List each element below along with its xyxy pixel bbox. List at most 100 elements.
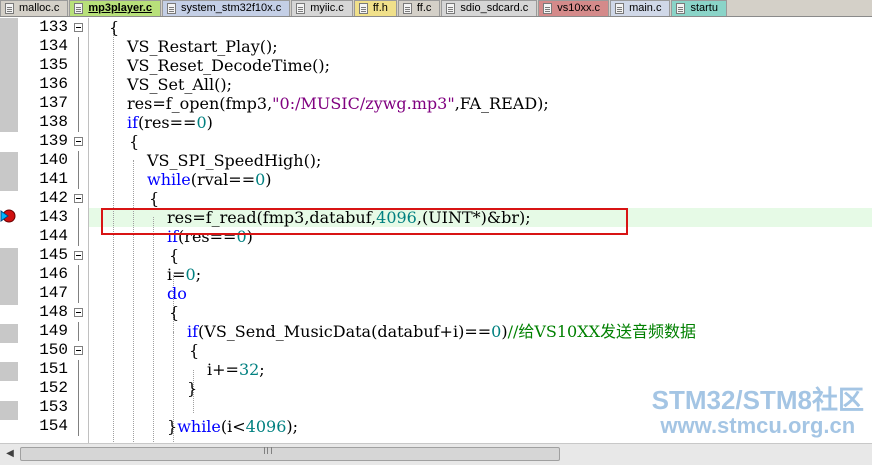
file-tab-label: main.c [629,2,662,14]
code-line[interactable]: 148 { [0,303,872,322]
fold-guide-line [78,227,79,246]
code-line[interactable]: 135 VS_Reset_DecodeTime(); [0,56,872,75]
file-tab-label: ff.c [416,2,432,14]
code-line[interactable]: 146 i=0; [0,265,872,284]
code-text[interactable]: i=0; [167,265,201,284]
fold-guide-line [78,113,79,132]
line-number: 137 [39,94,68,112]
file-tab[interactable]: main.c [610,0,671,16]
line-number: 141 [39,170,68,188]
file-icon [676,3,686,14]
code-token: { [129,132,140,151]
code-line[interactable]: 138 if(res==0) [0,113,872,132]
code-line[interactable]: 133 { [0,18,872,37]
file-tab-label: myiic.c [310,2,344,14]
code-text[interactable]: VS_Reset_DecodeTime(); [127,56,330,75]
code-token: 4096 [245,417,287,436]
horizontal-scrollbar[interactable]: ◀ [0,443,872,465]
file-tab[interactable]: ff.c [397,0,441,16]
fold-guide-line [78,417,79,436]
file-tab[interactable]: ff.h [353,0,397,16]
code-line[interactable]: 142 { [0,189,872,208]
code-line[interactable]: 150 { [0,341,872,360]
line-number: 154 [39,417,68,435]
line-number: 145 [39,246,68,264]
code-token: { [169,303,180,322]
line-number: 140 [39,151,68,169]
scroll-left-arrow-icon[interactable]: ◀ [2,446,18,462]
fold-guide-line [78,94,79,113]
line-number: 136 [39,75,68,93]
line-number: 134 [39,37,68,55]
file-icon [615,3,625,14]
code-text[interactable]: do [167,284,187,303]
code-token: 0 [196,113,207,132]
code-text[interactable]: VS_Set_All(); [127,75,232,94]
code-token: ) [206,113,213,132]
fold-collapse-icon[interactable] [74,346,83,355]
code-text[interactable]: i+=32; [207,360,265,379]
fold-guide-line [78,75,79,94]
code-token: } [187,379,198,398]
file-tab[interactable]: myiic.c [291,0,353,16]
code-line[interactable]: 139 { [0,132,872,151]
code-text[interactable]: } [187,379,197,398]
code-line[interactable]: 145 { [0,246,872,265]
code-line[interactable]: 137 res=f_open(fmp3,"0:/MUSIC/zywg.mp3",F… [0,94,872,113]
code-token: while [177,417,221,436]
code-token: //给VS10XX发送音频数据 [507,322,697,341]
code-text[interactable]: { [129,132,139,151]
code-editor[interactable]: 133 {134 VS_Restart_Play(); 135 VS_Reset_Dec… [0,18,872,448]
file-tab[interactable]: startu [671,0,727,16]
file-tab[interactable]: system_stm32f10x.c [161,0,291,16]
line-number: 139 [39,132,68,150]
file-icon [166,3,176,14]
code-text[interactable]: { [189,341,199,360]
code-line[interactable]: 136 VS_Set_All(); [0,75,872,94]
code-token: if [127,113,139,132]
file-tab[interactable]: sdio_sdcard.c [441,0,538,16]
fold-collapse-icon[interactable] [74,308,83,317]
scrollbar-thumb[interactable] [20,447,560,461]
file-tab-label: mp3player.c [88,2,152,14]
breakpoint-arrow-icon[interactable] [0,209,18,223]
code-line[interactable]: 151 i+=32; [0,360,872,379]
code-text[interactable]: { [149,189,159,208]
fold-collapse-icon[interactable] [74,194,83,203]
code-text[interactable]: while(rval==0) [147,170,272,189]
file-tab[interactable]: mp3player.c [69,0,161,16]
code-text[interactable]: res=f_open(fmp3,"0:/MUSIC/zywg.mp3",FA_R… [127,94,549,113]
fold-guide-line [78,56,79,75]
code-line[interactable]: 141 while(rval==0) [0,170,872,189]
code-text[interactable]: VS_Restart_Play(); [127,37,278,56]
code-text[interactable]: { [169,303,179,322]
file-tab-label: malloc.c [19,2,60,14]
code-line[interactable]: 149 if(VS_Send_MusicData(databuf+i)==0)//… [0,322,872,341]
code-token: while [147,170,191,189]
code-text[interactable]: VS_SPI_SpeedHigh(); [147,151,321,170]
code-line[interactable]: 134 VS_Restart_Play(); [0,37,872,56]
code-token: (res== [138,113,197,132]
file-tab[interactable]: vs10xx.c [538,0,610,16]
code-token: "0:/MUSIC/zywg.mp3" [272,94,455,113]
fold-collapse-icon[interactable] [74,23,83,32]
code-line[interactable]: 147 do [0,284,872,303]
fold-collapse-icon[interactable] [74,137,83,146]
file-tab-label: sdio_sdcard.c [460,2,529,14]
fold-guide-line [78,208,79,227]
code-text[interactable]: { [169,246,179,265]
scrollbar-grip-icon [264,447,272,454]
code-text[interactable]: if(res==0) [127,113,213,132]
code-text[interactable]: }while(i<4096); [167,417,298,436]
code-token: VS_Set_All(); [127,75,233,94]
code-text[interactable]: { [109,18,119,37]
code-text[interactable]: if(VS_Send_MusicData(databuf+i)==0)//给VS… [187,322,696,341]
file-icon [446,3,456,14]
file-tab[interactable]: malloc.c [0,0,69,16]
fold-collapse-icon[interactable] [74,251,83,260]
code-token: do [167,284,187,303]
line-number: 133 [39,18,68,36]
code-line[interactable]: 140 VS_SPI_SpeedHigh(); [0,151,872,170]
line-number: 135 [39,56,68,74]
code-token: 0 [491,322,502,341]
